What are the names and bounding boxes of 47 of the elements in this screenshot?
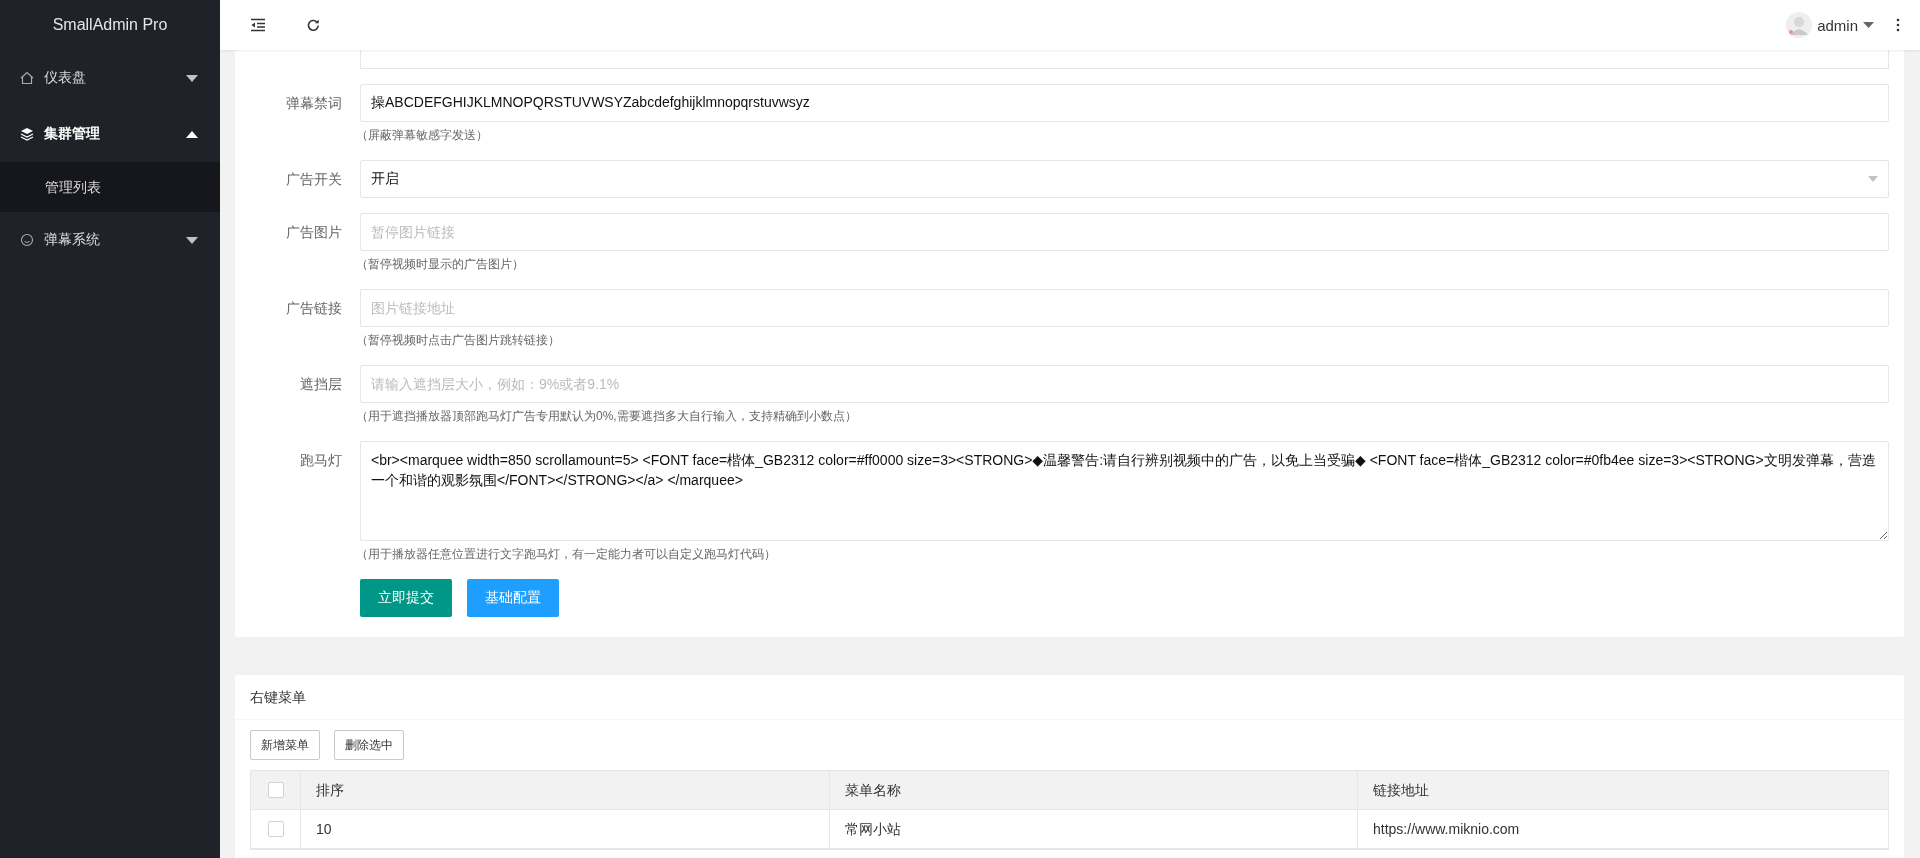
- field-label: 广告开关: [285, 170, 343, 189]
- home-icon: [20, 71, 34, 85]
- field-label: 弹幕禁词: [285, 94, 343, 113]
- caret-icon: [186, 236, 198, 244]
- sidebar-item[interactable]: 弹幕系统: [0, 212, 220, 268]
- input-field[interactable]: 请输入遮挡层大小，例如：9%或者9.1%: [360, 365, 1889, 403]
- field-hint: （暂停视频时显示的广告图片）: [356, 256, 525, 273]
- column-header: 链接地址: [1357, 771, 1888, 809]
- toolbar-button[interactable]: 新增菜单: [250, 730, 320, 760]
- field-hint: （屏蔽弹幕敏感字发送）: [356, 127, 489, 144]
- smiley-icon: [20, 233, 34, 247]
- sidebar-item[interactable]: 仪表盘: [0, 50, 220, 106]
- field-label: 广告链接: [285, 299, 343, 318]
- select-field[interactable]: 开启: [360, 160, 1889, 198]
- input-field[interactable]: 操ABCDEFGHIJKLMNOPQRSTUVWSYZabcdefghijklmnopqrstuvwsyz: [360, 84, 1889, 122]
- toolbar-button[interactable]: 删除选中: [334, 730, 404, 760]
- code-textarea[interactable]: <br><marquee width=850 scrollamount=5> <FONT face=楷体_GB2312 color=#ff0000 size=3><STRONG>◆温馨警告:请自行辨别视频中的广告，以免上当受骗◆ <FONT face=楷体_GB2312 color=#0fb4ee size=3><STRONG>文明发弹幕，营造一个和谐的观影氛围</FONT></STRONG></a> </marquee>: [360, 441, 1889, 541]
- checkbox[interactable]: [267, 821, 284, 837]
- layers-icon: [20, 127, 34, 141]
- field-hint: （用于播放器任意位置进行文字跑马灯，有一定能力者可以自定义跑马灯代码）: [356, 546, 777, 563]
- field-hint: （暂停视频时点击广告图片跳转链接）: [356, 332, 561, 349]
- more-icon[interactable]: [1896, 18, 1900, 32]
- table-cell: https://www.miknio.com: [1357, 810, 1888, 848]
- caret-icon: [186, 74, 198, 82]
- menu-fold-icon[interactable]: [250, 18, 266, 32]
- logo-text: SmallAdmin Pro: [51, 15, 169, 35]
- field-label: 遮挡层: [299, 375, 343, 394]
- form-button[interactable]: 立即提交: [360, 579, 452, 617]
- sidebar-subitem[interactable]: 管理列表: [0, 162, 220, 212]
- field-hint: （用于遮挡播放器顶部跑马灯广告专用默认为0%,需要遮挡多大自行输入，支持精确到小数点）: [356, 408, 858, 425]
- table-cell: 常网小站: [829, 810, 1357, 848]
- field-label: 跑马灯: [299, 451, 343, 470]
- card-title: 右键菜单: [235, 675, 1904, 720]
- user-name[interactable]: admin: [1817, 16, 1858, 34]
- checkbox[interactable]: [267, 782, 284, 798]
- column-header: 菜单名称: [829, 771, 1357, 809]
- field-label: 广告图片: [285, 223, 343, 242]
- input-field[interactable]: 图片链接地址: [360, 289, 1889, 327]
- refresh-icon[interactable]: [306, 17, 321, 33]
- caret-icon[interactable]: [1863, 22, 1874, 28]
- caret-icon: [1868, 176, 1878, 182]
- table-cell: 10: [300, 810, 829, 848]
- select-field[interactable]: [360, 50, 1889, 69]
- input-field[interactable]: 暂停图片链接: [360, 213, 1889, 251]
- sidebar-item[interactable]: 集群管理: [0, 106, 220, 162]
- column-header: 排序: [300, 771, 829, 809]
- caret-icon: [186, 130, 198, 138]
